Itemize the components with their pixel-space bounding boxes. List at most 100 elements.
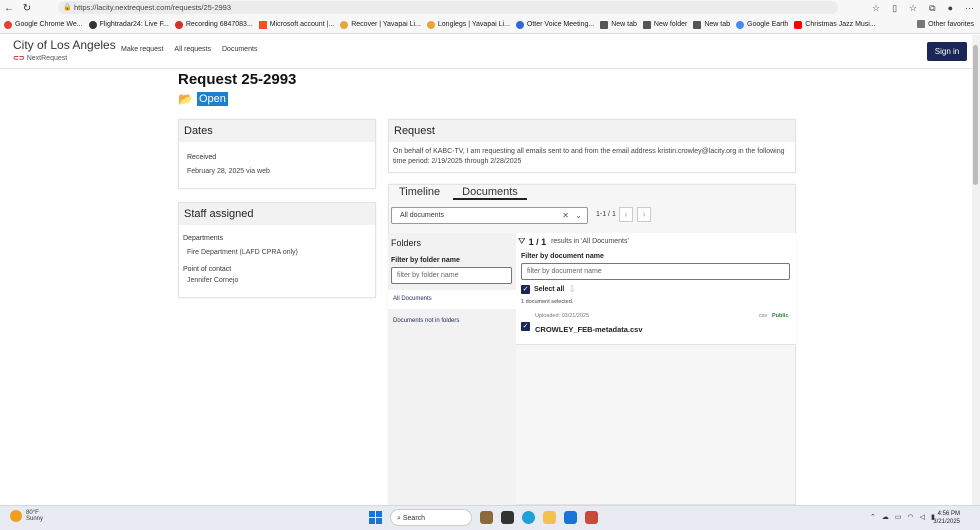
weather-condition: Sunny [26,516,44,522]
folders-heading: Folders [391,238,422,248]
bookmark[interactable]: Google Earth [736,20,788,29]
browser-toolbar: ← ↻ 🔒 https://lacity.nextrequest.com/req… [0,0,980,16]
windows-start-icon[interactable] [369,511,382,524]
download-icon[interactable]: ⇩ [568,284,576,295]
bookmark[interactable]: Recover | Yavapai Li... [340,20,421,29]
doc-filter-input[interactable]: filter by document name [521,263,790,280]
app-icon[interactable] [585,511,598,524]
address-bar[interactable]: 🔒 https://lacity.nextrequest.com/request… [58,1,838,14]
nav-all-requests[interactable]: All requests [174,46,211,53]
bookmark[interactable]: New folder [642,20,687,29]
bookmark[interactable]: Microsoft account |... [258,20,334,29]
request-card: Request On behalf of KABC-TV, I am reque… [388,119,796,173]
brand-sub: ⊂⊃ NextRequest [13,54,68,63]
tab-documents[interactable]: Documents [453,186,527,200]
system-tray: ⌃ ☁ ▭ ◠ ◁ ▮ [870,513,935,521]
next-page-button[interactable]: › [637,207,651,222]
chevron-up-icon[interactable]: ⌃ [870,513,876,521]
split-icon[interactable]: ▯ [892,0,897,16]
favorites-icon[interactable]: ☆ [909,0,917,16]
taskbar: 80°F Sunny ⌕ Search ⌃ ☁ ▭ ◠ ◁ ▮ 4:56 PM … [0,505,980,530]
taskbar-search[interactable]: ⌕ Search [390,509,472,526]
sun-icon [10,510,22,522]
bookmark[interactable]: New tab [693,20,730,29]
file-type: csv [759,313,768,319]
tab-timeline[interactable]: Timeline [399,186,440,200]
bookmark[interactable]: Christmas Jazz Musi... [794,20,876,29]
card-heading: Dates [179,120,375,142]
sign-in-button[interactable]: Sign in [927,42,967,61]
folder-item-all[interactable]: All Documents [388,290,516,309]
weather-widget[interactable]: 80°F Sunny [10,510,43,522]
bookmark-icon [794,20,803,29]
nav-documents[interactable]: Documents [222,46,257,53]
scroll-thumb[interactable] [973,45,978,185]
chevron-down-icon[interactable]: ⌄ [575,208,582,223]
display-icon[interactable]: ▭ [895,513,902,521]
brand-logo[interactable]: City of Los Angeles ⊂⊃ NextRequest [13,38,116,62]
checkbox-checked-icon[interactable]: ✓ [521,322,530,331]
widget-tree-icon[interactable] [480,511,493,524]
volume-icon[interactable]: ◁ [920,513,925,521]
dates-card: Dates Received February 28, 2025 via web [178,119,376,189]
bookmark-icon [340,20,349,29]
bookmark-icon [4,20,12,29]
bookmark[interactable]: Flightradar24: Live F... [88,20,169,29]
nav-make-request[interactable]: Make request [121,46,163,53]
site-header: City of Los Angeles ⊂⊃ NextRequest Make … [0,35,980,69]
folder-filter-label: Filter by folder name [391,257,460,264]
folder-item-not-in-folders[interactable]: Documents not in folders [393,318,459,324]
clear-icon[interactable]: ✕ [562,208,569,223]
collections-icon[interactable]: ⧉ [929,0,935,16]
cloud-icon[interactable]: ☁ [882,513,889,521]
panel-tabs: Timeline Documents [399,186,527,200]
taskbar-clock[interactable]: 4:56 PM 3/21/2025 [933,510,960,526]
documents-select[interactable]: All documents ✕ ⌄ [391,207,588,224]
page-scrollbar[interactable] [972,35,980,505]
top-nav: Make request All requests Documents [121,46,257,53]
task-view-icon[interactable] [501,511,514,524]
prev-page-button[interactable]: ‹ [619,207,633,222]
other-favorites[interactable]: Other favorites [917,20,974,28]
wifi-icon[interactable]: ◠ [908,513,914,521]
filter-icon[interactable]: ⛛ [518,236,526,247]
card-heading: Request [389,120,795,142]
selected-text: 1 document selected. [521,299,574,305]
bookmark[interactable]: New tab [600,20,637,29]
checkbox-checked-icon[interactable]: ✓ [521,285,530,294]
folder-icon [917,20,926,28]
bookmark[interactable]: Longlegs | Yavapai Li... [426,20,510,29]
taskbar-apps: ⌕ Search [369,509,598,526]
select-all[interactable]: ✓ Select all ⇩ [521,284,576,295]
bookmark[interactable]: Recording 6847083... [174,20,253,29]
request-body: On behalf of KABC-TV, I am requesting al… [393,148,785,165]
brand-title: City of Los Angeles [13,38,116,52]
bookmark[interactable]: Otter Voice Meeting... [515,20,594,29]
open-folder-icon: 📂 [178,92,193,106]
bookmark[interactable]: Google Chrome We... [4,20,83,29]
back-icon[interactable]: ← [0,3,18,14]
folder-filter-input[interactable]: filter by folder name [391,267,512,284]
edge-icon[interactable] [522,511,535,524]
staff-card: Staff assigned Departments Fire Departme… [178,202,376,298]
star-icon[interactable]: ☆ [872,0,880,16]
received-label: Received [187,154,217,161]
departments-value: Fire Department (LAFD CPRA only) [187,249,298,256]
store-icon[interactable] [564,511,577,524]
profile-icon[interactable]: ● [948,0,953,16]
folders-pane: Folders Filter by folder name filter by … [388,233,516,505]
page-title: Request 25-2993 [178,71,297,88]
bookmark-icon [693,20,702,29]
visibility-badge: Public [772,313,789,319]
document-name[interactable]: CROWLEY_FEB-metadata.csv [535,325,643,334]
bookmark-icon [174,20,183,29]
bookmark-icon [515,20,524,29]
documents-pane: ⛛ 1 / 1 results in 'All Documents' Filte… [516,233,796,345]
more-icon[interactable]: ··· [965,0,974,16]
file-explorer-icon[interactable] [543,511,556,524]
reload-icon[interactable]: ↻ [18,3,36,14]
nextrequest-logo-icon: ⊂⊃ [13,55,25,62]
bookmarks-bar: Google Chrome We... Flightradar24: Live … [0,16,980,34]
lock-icon: 🔒 [63,4,72,11]
bookmark-icon [258,20,267,29]
